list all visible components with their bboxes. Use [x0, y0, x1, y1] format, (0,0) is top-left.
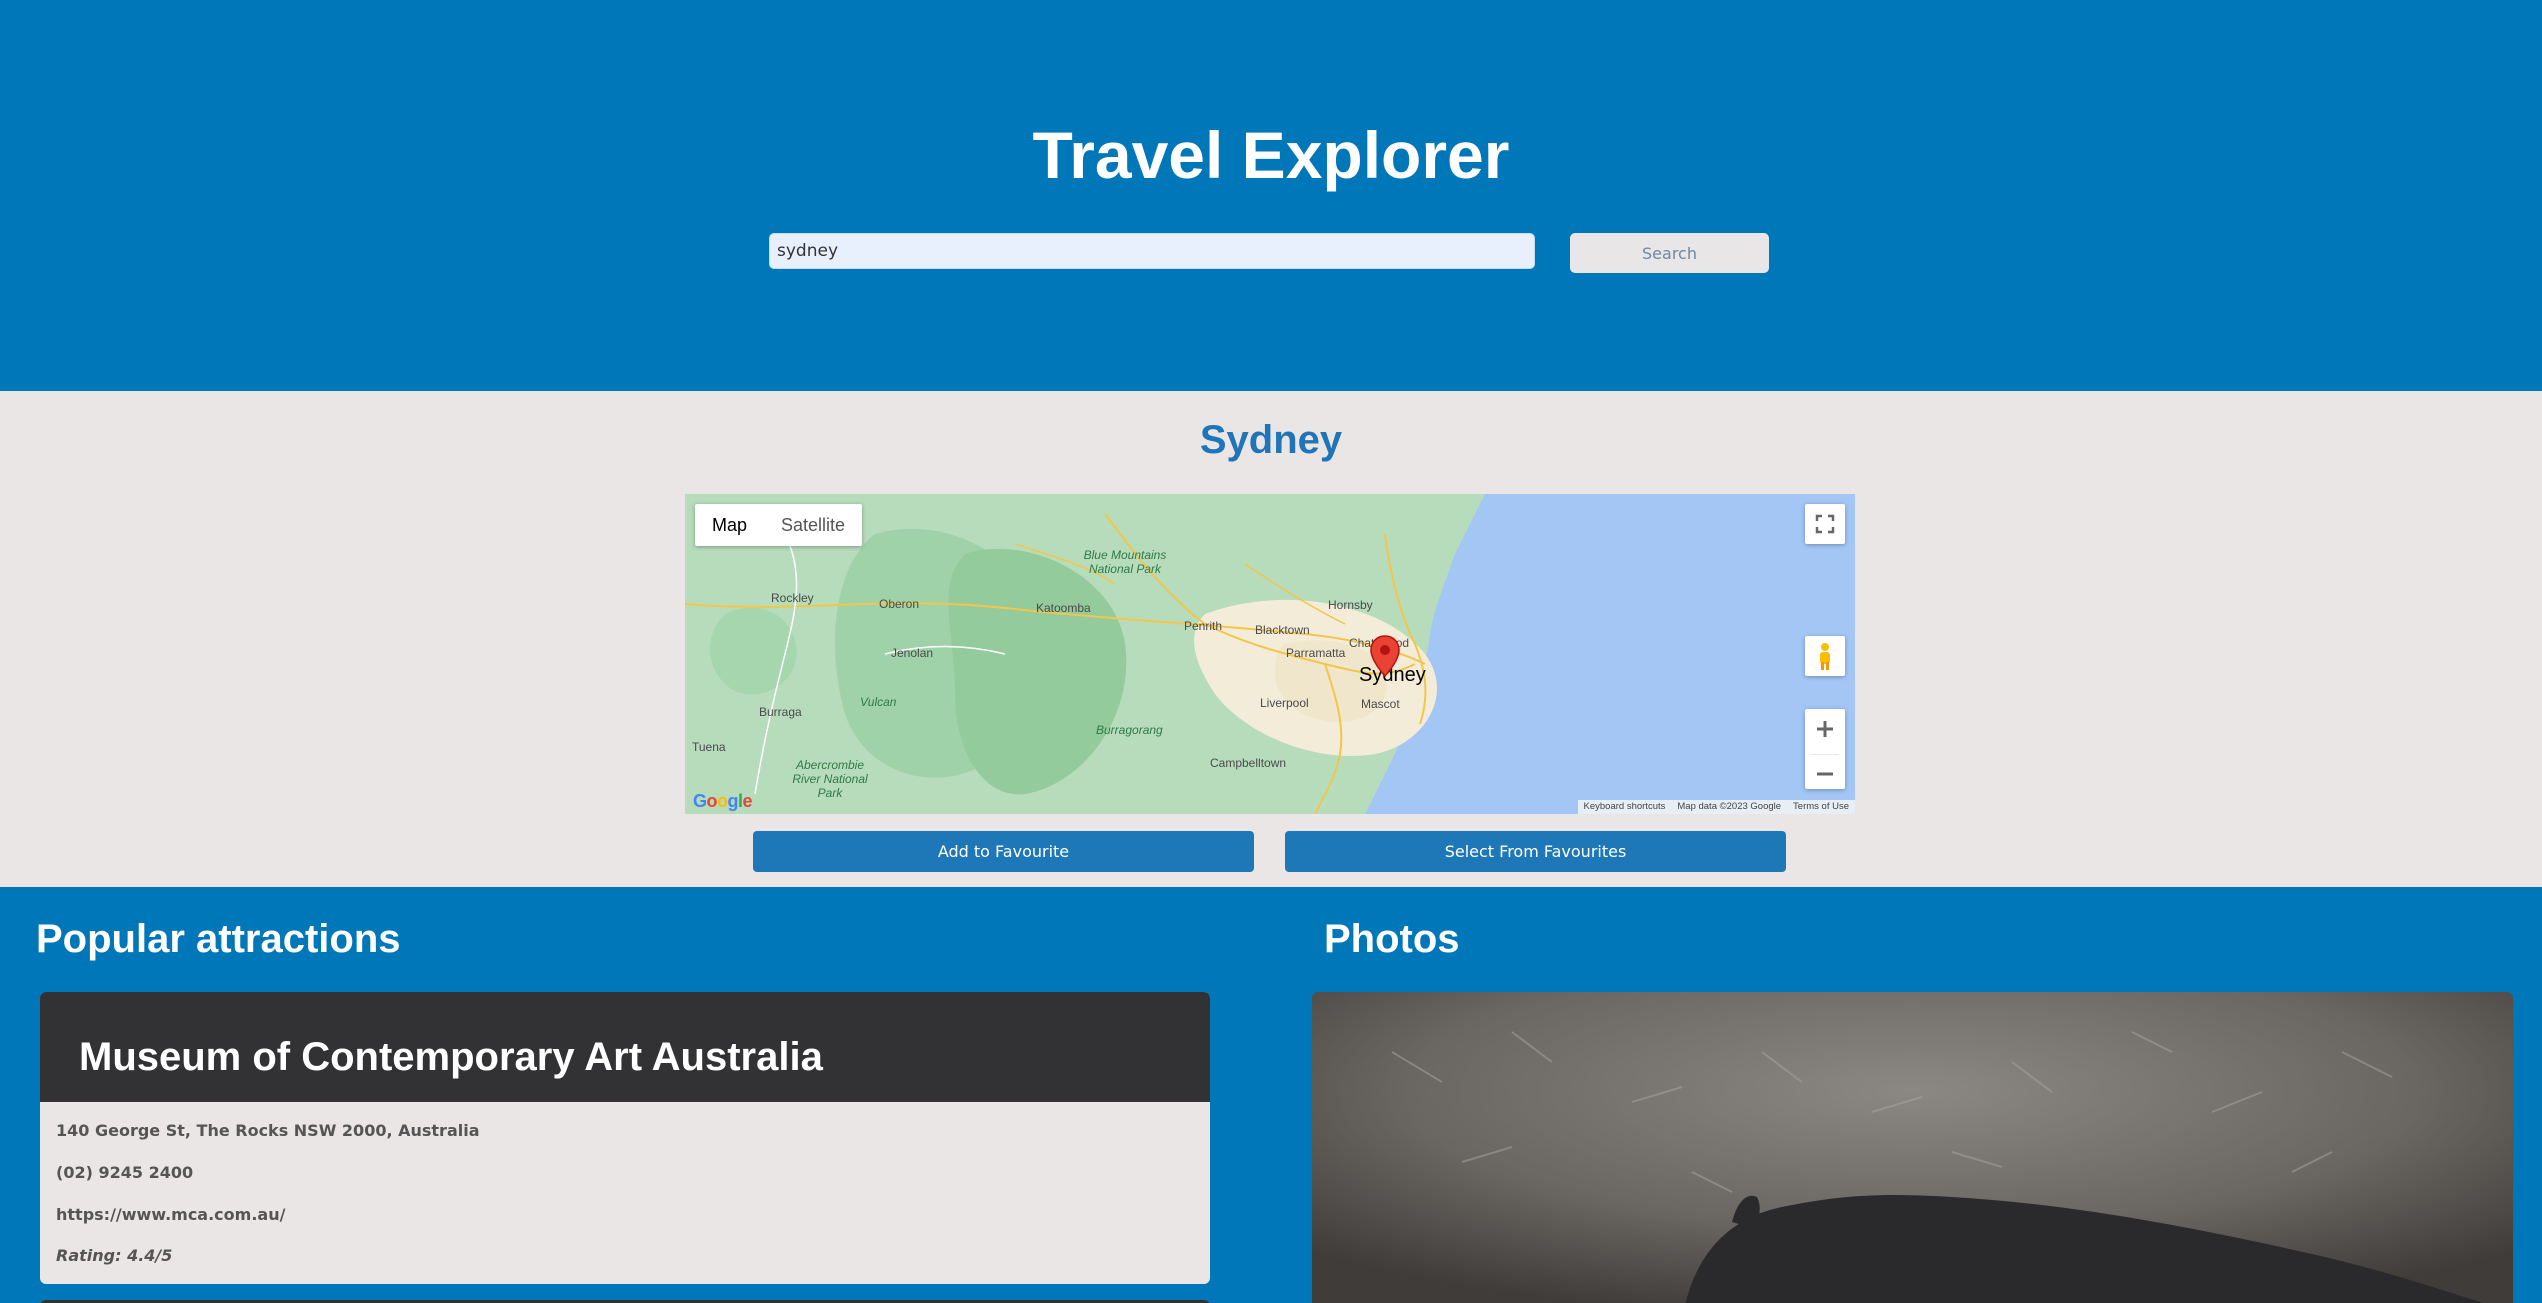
pegman-icon [1820, 643, 1830, 670]
map-label-parramatta: Parramatta [1286, 646, 1346, 660]
attraction-card[interactable]: Museum of Contemporary Art Australia 140… [40, 992, 1210, 1284]
map-label-mascot: Mascot [1361, 697, 1400, 711]
map-label-hornsby: Hornsby [1328, 598, 1373, 612]
attraction-rating: Rating: 4.4/5 [56, 1246, 173, 1265]
attraction-name: Museum of Contemporary Art Australia [79, 1035, 823, 1079]
map-label-rockley: Rockley [771, 591, 814, 605]
map-marker-icon[interactable] [1368, 634, 1402, 678]
location-photo [1312, 992, 2513, 1303]
map-label-blue-mountains: Blue Mountains National Park [1083, 548, 1167, 576]
attraction-address: 140 George St, The Rocks NSW 2000, Austr… [56, 1121, 480, 1140]
map-label-jenolan: Jenolan [891, 646, 934, 660]
add-to-favourite-button[interactable]: Add to Favourite [753, 831, 1254, 872]
map-label-penrith: Penrith [1184, 619, 1223, 633]
search-button[interactable]: Search [1570, 233, 1769, 273]
attraction-card-header: Museum of Contemporary Art Australia [40, 992, 1210, 1102]
map-data-attribution: Map data ©2023 Google [1677, 801, 1782, 812]
app-title: Travel Explorer [1032, 118, 1510, 192]
map-label-katoomba: Katoomba [1036, 601, 1091, 615]
photos-heading: Photos [1324, 917, 1460, 961]
zoom-control [1805, 709, 1845, 789]
results-section: Popular attractions Photos Museum of Con… [0, 887, 2542, 1303]
map-label-burraga: Burraga [759, 705, 802, 719]
attraction-phone: (02) 9245 2400 [56, 1163, 194, 1182]
map-label-tuena: Tuena [692, 740, 726, 754]
attraction-website[interactable]: https://www.mca.com.au/ [56, 1205, 285, 1224]
fullscreen-button[interactable] [1805, 504, 1845, 544]
photo-image [1312, 992, 2513, 1303]
map-label-burragorang: Burragorang [1096, 723, 1163, 737]
pegman-button[interactable] [1805, 636, 1845, 676]
map-type-map[interactable]: Map [695, 504, 764, 546]
city-title: Sydney [1199, 418, 1343, 462]
search-input[interactable] [769, 233, 1535, 269]
zoom-out-icon[interactable] [1805, 755, 1845, 794]
google-logo: Google [693, 791, 753, 811]
map-type-satellite[interactable]: Satellite [764, 504, 862, 546]
map-type-control: Map Satellite [695, 504, 863, 546]
map[interactable]: Rockley Oberon Katoomba Blue Mountains N… [685, 494, 1855, 814]
attractions-heading: Popular attractions [36, 917, 401, 961]
fullscreen-icon [1815, 514, 1835, 534]
map-label-blacktown: Blacktown [1255, 623, 1310, 637]
map-label-vulcan: Vulcan [860, 695, 897, 709]
header-banner: Travel Explorer Search [0, 0, 2542, 391]
map-label-campbelltown: Campbelltown [1210, 756, 1287, 770]
terms-of-use-link[interactable]: Terms of Use [1787, 800, 1855, 814]
keyboard-shortcuts-link[interactable]: Keyboard shortcuts [1578, 800, 1672, 814]
map-label-liverpool: Liverpool [1260, 696, 1309, 710]
map-label-oberon: Oberon [879, 597, 920, 611]
map-label-abercrombie: Abercrombie River National Park [792, 758, 868, 800]
zoom-in-icon[interactable] [1805, 709, 1845, 749]
map-footer: Keyboard shortcuts Map data ©2023 Google… [1577, 800, 1855, 814]
select-from-favourites-button[interactable]: Select From Favourites [1285, 831, 1786, 872]
